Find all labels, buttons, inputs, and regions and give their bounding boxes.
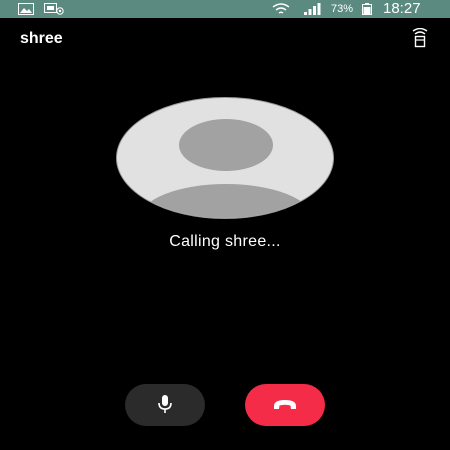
microphone-icon [158, 395, 172, 413]
wifi-icon [272, 3, 290, 14]
contact-name: shree [20, 30, 63, 47]
contact-avatar [116, 97, 334, 219]
speaker-audio-route-icon [412, 27, 428, 48]
person-placeholder-icon [140, 119, 312, 218]
clock: 18:27 [383, 0, 421, 17]
hang-up-icon [274, 400, 296, 409]
call-screen: 73% 18:27 shree Calling shree... [0, 0, 450, 450]
call-status-text: Calling shree... [169, 233, 281, 250]
audio-route-button[interactable] [410, 27, 430, 48]
signal-icon [304, 3, 321, 15]
mute-button[interactable] [125, 384, 205, 426]
gallery-icon [18, 3, 34, 15]
battery-icon [362, 3, 372, 15]
battery-percent: 73% [331, 3, 354, 15]
status-bar: 73% 18:27 [0, 0, 450, 18]
cast-icon [44, 3, 64, 15]
end-call-button[interactable] [245, 384, 325, 426]
